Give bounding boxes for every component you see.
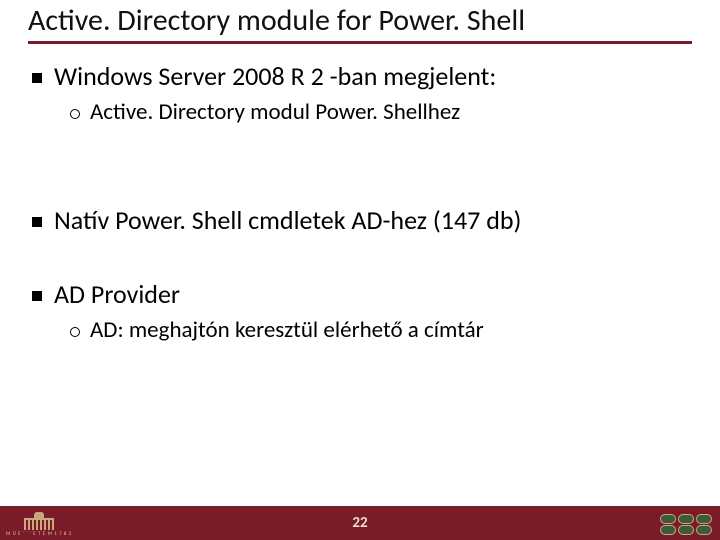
square-bullet-icon xyxy=(32,291,42,301)
badge-icon xyxy=(696,525,712,535)
badge-icon xyxy=(660,514,676,524)
square-bullet-icon xyxy=(32,73,42,83)
title-container: Active. Directory module for Power. Shel… xyxy=(0,0,720,44)
bullet-text: Natív Power. Shell cmdletek AD-hez (147 … xyxy=(54,204,521,236)
circle-bullet-icon xyxy=(70,109,80,119)
bullet-level2: Active. Directory modul Power. Shellhez xyxy=(70,98,688,126)
slide: Active. Directory module for Power. Shel… xyxy=(0,0,720,540)
circle-bullet-icon xyxy=(70,327,80,337)
slide-footer: M Ű E ˙ ˙ ˙ E T E M 1 7 8 2 22 xyxy=(0,506,720,540)
bullet-text: Windows Server 2008 R 2 -ban megjelent: xyxy=(54,60,496,92)
bullet-level1: Natív Power. Shell cmdletek AD-hez (147 … xyxy=(32,204,688,236)
badge-icon xyxy=(696,514,712,524)
bullet-level1: AD Provider xyxy=(32,278,688,310)
page-number: 22 xyxy=(352,514,367,532)
bullet-level1: Windows Server 2008 R 2 -ban megjelent: xyxy=(32,60,688,92)
slide-content: Windows Server 2008 R 2 -ban megjelent: … xyxy=(0,44,720,540)
bullet-text: AD Provider xyxy=(54,278,180,310)
slide-title: Active. Directory module for Power. Shel… xyxy=(28,4,692,44)
department-logo xyxy=(660,514,712,535)
building-icon xyxy=(18,512,60,530)
university-logo: M Ű E ˙ ˙ ˙ E T E M 1 7 8 2 xyxy=(6,512,72,537)
university-label: M Ű E ˙ ˙ ˙ E T E M 1 7 8 2 xyxy=(6,531,72,537)
bullet-level2: AD: meghajtón keresztül elérhető a címtá… xyxy=(70,316,688,344)
bullet-text: Active. Directory modul Power. Shellhez xyxy=(90,98,460,126)
badge-icon xyxy=(678,514,694,524)
bullet-text: AD: meghajtón keresztül elérhető a címtá… xyxy=(90,316,484,344)
badge-icon xyxy=(660,525,676,535)
badge-icon xyxy=(678,525,694,535)
square-bullet-icon xyxy=(32,217,42,227)
